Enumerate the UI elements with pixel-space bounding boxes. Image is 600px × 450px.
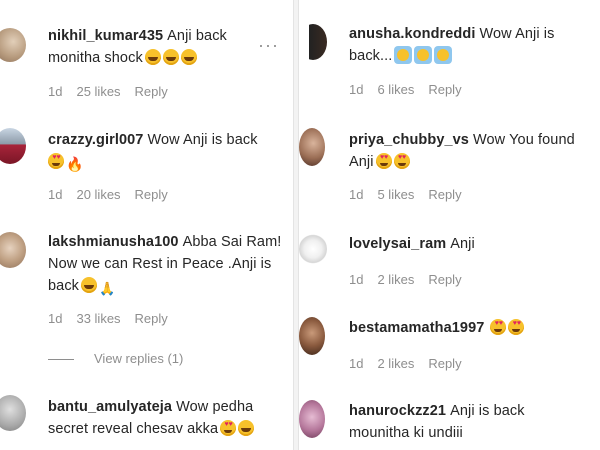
more-options-icon[interactable]: ··· [258,36,279,54]
like-count[interactable]: 20 likes [76,187,120,202]
comment-meta: 1d 5 likes Reply [349,187,476,202]
laughing-emoji-icon [144,49,161,65]
comment-meta: 1d 6 likes Reply [349,82,476,97]
comment-text: Now we can Rest in Peace .Anji is [48,256,272,272]
view-replies-button[interactable]: View replies (1) [48,351,183,366]
comment-text: Wow pedha [176,399,254,415]
comment-text: Anji back [167,28,227,44]
heart-eyes-emoji-icon [220,417,237,436]
username[interactable]: anusha.kondreddi [349,26,475,42]
timestamp: 1d [349,187,364,202]
avatar[interactable] [299,232,327,266]
right-comment-column: anusha.kondreddi Wow Anji is back... 1d 6 … [299,0,600,450]
like-count[interactable]: 2 likes [377,356,414,371]
comment-text: Wow Anji is [479,26,555,42]
comment-text: Anji [450,236,475,252]
reply-button[interactable]: Reply [428,187,461,202]
left-comment-column: nikhil_kumar435 Anji back ··· monitha sho… [0,0,293,450]
timestamp: 1d [349,272,364,287]
username[interactable]: crazzy.girl007 [48,132,143,148]
reply-button[interactable]: Reply [135,84,168,99]
laughing-emoji-icon [238,420,255,436]
divider-line [48,359,74,361]
comment-meta: 1d 25 likes Reply [48,84,182,99]
comment-text: back... [349,48,393,64]
comment-text: Abba Sai Ram! [182,234,282,250]
avatar[interactable] [0,395,26,431]
fire-emoji-icon: 🔥 [66,156,84,172]
comment-text: Anji is back [450,403,525,419]
sweat-smile-emoji-icon [434,46,453,64]
username[interactable]: priya_chubby_vs [349,132,469,148]
avatar[interactable] [299,317,325,355]
like-count[interactable]: 6 likes [377,82,414,97]
timestamp: 1d [349,82,364,97]
heart-eyes-emoji-icon [490,316,507,335]
like-count[interactable]: 25 likes [76,84,120,99]
reply-button[interactable]: Reply [135,187,168,202]
reply-button[interactable]: Reply [428,272,461,287]
laughing-emoji-icon [180,49,197,65]
avatar[interactable] [0,232,26,268]
comment-text: monitha shock [48,50,143,66]
like-count[interactable]: 33 likes [76,311,120,326]
timestamp: 1d [349,356,364,371]
timestamp: 1d [48,84,63,99]
comment-text: secret reveal chesav akka [48,421,219,437]
like-count[interactable]: 2 likes [377,272,414,287]
comment-text: Anji [349,154,374,170]
avatar[interactable] [0,28,26,62]
heart-eyes-emoji-icon [508,316,525,335]
comment-text: mounitha ki undiii [349,425,463,441]
username[interactable]: hanurockzz21 [349,403,446,419]
comment-text: back [48,278,80,294]
heart-eyes-emoji-icon [48,150,64,169]
reply-button[interactable]: Reply [428,82,461,97]
comment-text: Wow Anji is back [147,132,258,148]
comment-meta: 1d 33 likes Reply [48,311,182,326]
timestamp: 1d [48,311,63,326]
comment-text: Wow You found [472,132,575,148]
username[interactable]: lakshmianusha100 [48,234,179,250]
comment-meta: 1d 20 likes Reply [48,187,182,202]
username[interactable]: bestamamatha1997 [349,320,484,336]
username[interactable]: nikhil_kumar435 [48,28,163,44]
timestamp: 1d [48,187,63,202]
reply-button[interactable]: Reply [428,356,461,371]
comment-meta: 1d 2 likes Reply [349,272,476,287]
sweat-smile-emoji-icon [394,46,413,64]
username[interactable]: bantu_amulyateja [48,399,172,415]
laughing-emoji-icon [162,49,179,65]
username[interactable]: lovelysai_ram [349,236,446,252]
laughing-emoji-icon [81,277,98,293]
heart-eyes-emoji-icon [375,150,392,169]
avatar[interactable] [299,400,325,438]
avatar[interactable] [299,24,327,60]
comment-meta: 1d 2 likes Reply [349,356,476,371]
like-count[interactable]: 5 likes [377,187,414,202]
view-replies-label: View replies (1) [94,351,184,366]
sweat-smile-emoji-icon [414,46,433,64]
avatar[interactable] [299,128,325,166]
heart-eyes-emoji-icon [393,150,410,169]
reply-button[interactable]: Reply [135,311,168,326]
folded-hands-emoji-icon: 🙏 [99,281,116,296]
avatar[interactable] [0,128,26,164]
